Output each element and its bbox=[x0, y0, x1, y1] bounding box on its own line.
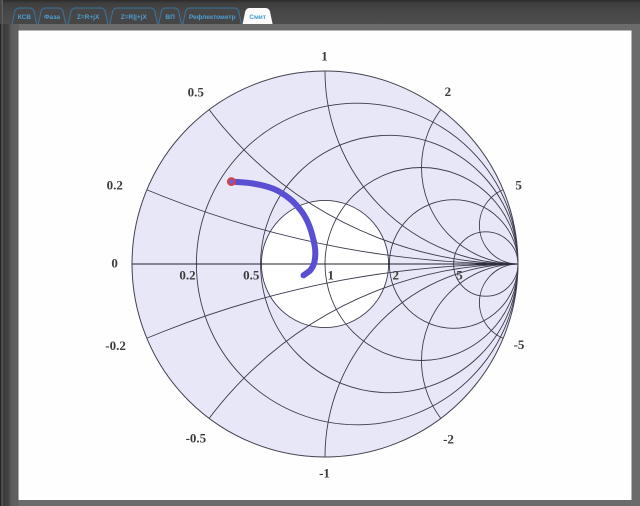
svg-text:-1: -1 bbox=[319, 466, 330, 481]
svg-text:-5: -5 bbox=[514, 337, 525, 352]
svg-text:0.5: 0.5 bbox=[188, 84, 205, 99]
svg-text:Z=R+jX: Z=R+jX bbox=[77, 14, 100, 21]
svg-text:2: 2 bbox=[445, 84, 452, 99]
svg-text:КСВ: КСВ bbox=[18, 14, 32, 21]
svg-text:Смит: Смит bbox=[249, 14, 266, 21]
svg-text:Рефлектометр: Рефлектометр bbox=[189, 14, 236, 21]
svg-text:0: 0 bbox=[111, 256, 118, 271]
svg-text:5: 5 bbox=[515, 177, 522, 192]
svg-text:1: 1 bbox=[328, 268, 335, 283]
svg-text:1: 1 bbox=[321, 49, 328, 64]
svg-text:ВП: ВП bbox=[165, 14, 175, 21]
svg-text:2: 2 bbox=[393, 268, 400, 283]
svg-text:-0.2: -0.2 bbox=[105, 338, 126, 353]
svg-text:0.2: 0.2 bbox=[179, 268, 195, 283]
svg-text:Z=R||+jX: Z=R||+jX bbox=[121, 14, 148, 21]
svg-text:Фаза: Фаза bbox=[44, 14, 60, 21]
svg-text:-2: -2 bbox=[443, 432, 454, 447]
svg-text:0.5: 0.5 bbox=[243, 268, 260, 283]
svg-text:5: 5 bbox=[456, 268, 463, 283]
svg-text:-0.5: -0.5 bbox=[186, 431, 207, 446]
svg-text:0.2: 0.2 bbox=[107, 178, 123, 193]
